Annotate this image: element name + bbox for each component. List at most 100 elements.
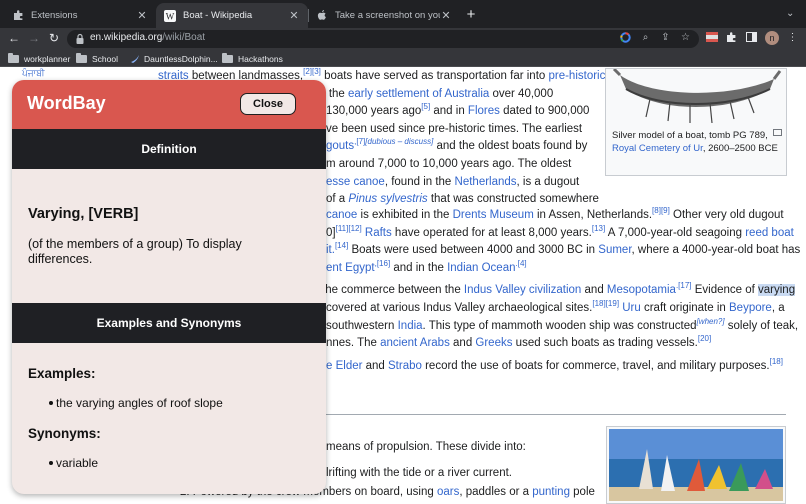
- lock-icon[interactable]: [75, 33, 85, 45]
- article-line: it.[14] Boats were used between 4000 and…: [326, 241, 806, 256]
- google-icon[interactable]: [619, 32, 632, 46]
- tab-search-chevron-icon[interactable]: ⌄: [786, 8, 794, 19]
- link-pre-historic[interactable]: pre-historic: [548, 70, 605, 82]
- forward-arrow-icon[interactable]: →: [27, 31, 41, 45]
- citation[interactable]: [8][9]: [652, 206, 670, 215]
- text: covered at various Indus Valley archaeol…: [326, 302, 593, 314]
- citation[interactable]: [20]: [698, 334, 711, 343]
- bookmark-workplanner[interactable]: workplanner: [8, 52, 70, 65]
- link-beypore[interactable]: Beypore: [729, 302, 772, 314]
- citation[interactable]: [13]: [592, 224, 605, 233]
- link-pliny-the-elder[interactable]: e Elder: [326, 360, 362, 372]
- text: and the oldest boats found by: [433, 140, 588, 153]
- link-ancient-arabs[interactable]: ancient Arabs: [380, 337, 450, 349]
- example-item: the varying angles of roof slope: [49, 396, 223, 410]
- text: A 7,000-year-old seagoing: [605, 227, 746, 239]
- bookmark-dauntlessdolphin[interactable]: DauntlessDolphin...: [130, 52, 218, 65]
- article-line: canoe is exhibited in the Drents Museum …: [326, 206, 806, 221]
- link-strabo[interactable]: Strabo: [388, 360, 422, 372]
- link-kuwait[interactable]: it.: [326, 244, 335, 256]
- text: , a: [771, 302, 785, 314]
- extensions-puzzle-icon[interactable]: [725, 32, 738, 45]
- citation[interactable]: .[4]: [516, 259, 527, 268]
- text: , is a dugout: [516, 175, 580, 188]
- bookmark-star-icon[interactable]: ☆: [679, 32, 692, 43]
- bullet: [49, 401, 53, 405]
- citation[interactable]: ,[7]: [354, 138, 365, 147]
- side-panel-icon[interactable]: [745, 32, 758, 45]
- link-indus-valley[interactable]: Indus Valley civilization: [464, 284, 581, 296]
- link-drents-museum[interactable]: Drents Museum: [453, 209, 534, 221]
- close-tab-icon[interactable]: ✕: [440, 9, 452, 22]
- back-arrow-icon[interactable]: ←: [7, 31, 21, 45]
- link-canoe[interactable]: canoe: [326, 209, 357, 221]
- text: 130,000 years ago: [326, 105, 422, 118]
- apple-icon: [316, 10, 328, 22]
- close-button[interactable]: Close: [240, 93, 296, 115]
- citation[interactable]: [11][12]: [336, 224, 362, 233]
- link-pinus-sylvestris[interactable]: Pinus sylvestris: [348, 193, 427, 205]
- text: used such boats as trading vessels.: [512, 337, 698, 349]
- text: the commerce between the: [322, 284, 464, 296]
- close-tab-icon[interactable]: ✕: [136, 9, 148, 22]
- tab-screenshot-mac[interactable]: Take a screenshot on your Mac ✕: [308, 3, 460, 28]
- examples-synonyms-header: Examples and Synonyms: [12, 303, 326, 343]
- text: m around 7,000 to 10,000 years ago. The …: [326, 157, 572, 170]
- citation[interactable]: [2][3]: [303, 68, 321, 76]
- when-note[interactable]: [when?]: [697, 317, 725, 326]
- zoom-icon[interactable]: ⌕: [639, 32, 652, 43]
- bookmark-label: DauntlessDolphin...: [144, 53, 218, 64]
- link-royal-cemetery-of-ur[interactable]: Royal Cemetery of Ur: [612, 143, 703, 154]
- url-text[interactable]: en.wikipedia.org/wiki/Boat: [90, 32, 205, 43]
- share-icon[interactable]: ⇪: [659, 32, 672, 43]
- article-line: 0][11][12] Rafts have operated for at le…: [326, 224, 806, 239]
- link-early-settlement[interactable]: early settlement of Australia: [348, 88, 489, 100]
- link-india[interactable]: India: [398, 320, 423, 332]
- link-oars[interactable]: oars: [437, 486, 459, 498]
- link-rafts[interactable]: Rafts: [362, 227, 392, 239]
- close-tab-icon[interactable]: ✕: [288, 9, 300, 22]
- language-link[interactable]: ਪੰਜਾਬੀ: [22, 68, 45, 79]
- citation[interactable]: .[17]: [676, 281, 692, 290]
- article-line: covered at various Indus Valley archaeol…: [326, 299, 806, 314]
- bookmark-school[interactable]: School: [76, 52, 118, 65]
- url-host: en.wikipedia.org: [90, 32, 163, 43]
- address-bar[interactable]: en.wikipedia.org/wiki/Boat ⌕ ⇪ ☆: [67, 30, 699, 48]
- link-flores[interactable]: Flores: [468, 105, 500, 117]
- svg-text:W: W: [166, 11, 175, 21]
- extension-flag-icon[interactable]: [705, 32, 718, 45]
- link-pesse-canoe[interactable]: esse canoe: [326, 176, 385, 188]
- dubious-note[interactable]: [dubious – discuss]: [365, 138, 433, 147]
- citation[interactable]: [5]: [421, 102, 430, 111]
- citation[interactable]: ,[16]: [375, 259, 391, 268]
- highlighted-word[interactable]: varying: [758, 284, 796, 296]
- citation[interactable]: [18][19]: [592, 299, 619, 308]
- link-indian-ocean[interactable]: Indian Ocean: [447, 262, 515, 274]
- more-menu-icon[interactable]: ⋮: [786, 32, 799, 45]
- silver-boat-image[interactable]: [610, 68, 782, 127]
- text: , where a 4000-year-old boat has: [631, 244, 801, 256]
- link-uru[interactable]: Uru: [619, 302, 641, 314]
- text: and: [581, 284, 607, 296]
- sailboats-photo[interactable]: [606, 426, 786, 504]
- citation[interactable]: [18]: [770, 357, 783, 366]
- link-greeks[interactable]: Greeks: [475, 337, 512, 349]
- link-reed-boat[interactable]: reed boat: [745, 227, 794, 239]
- link-mesopotamia[interactable]: Mesopotamia: [607, 284, 676, 296]
- link-sumer[interactable]: Sumer: [598, 244, 631, 256]
- citation[interactable]: [14]: [335, 241, 348, 250]
- link-netherlands[interactable]: Netherlands: [455, 176, 517, 188]
- example-text: the varying angles of roof slope: [56, 396, 223, 410]
- profile-avatar[interactable]: n: [765, 31, 779, 45]
- bookmark-hackathons[interactable]: Hackathons: [222, 52, 283, 65]
- text: Other very old dugout: [669, 209, 784, 221]
- new-tab-button[interactable]: +: [463, 6, 479, 23]
- link-punting[interactable]: punting: [532, 486, 570, 498]
- text: , found in the: [384, 175, 455, 188]
- tab-extensions[interactable]: Extensions ✕: [4, 3, 156, 28]
- link-dugouts[interactable]: gouts: [326, 140, 354, 152]
- text: dated to 900,000: [499, 105, 590, 118]
- reload-icon[interactable]: ↻: [47, 31, 61, 45]
- link-ancient-egypt[interactable]: ent Egypt: [326, 262, 375, 274]
- tab-boat-wikipedia[interactable]: W Boat - Wikipedia ✕: [156, 3, 308, 28]
